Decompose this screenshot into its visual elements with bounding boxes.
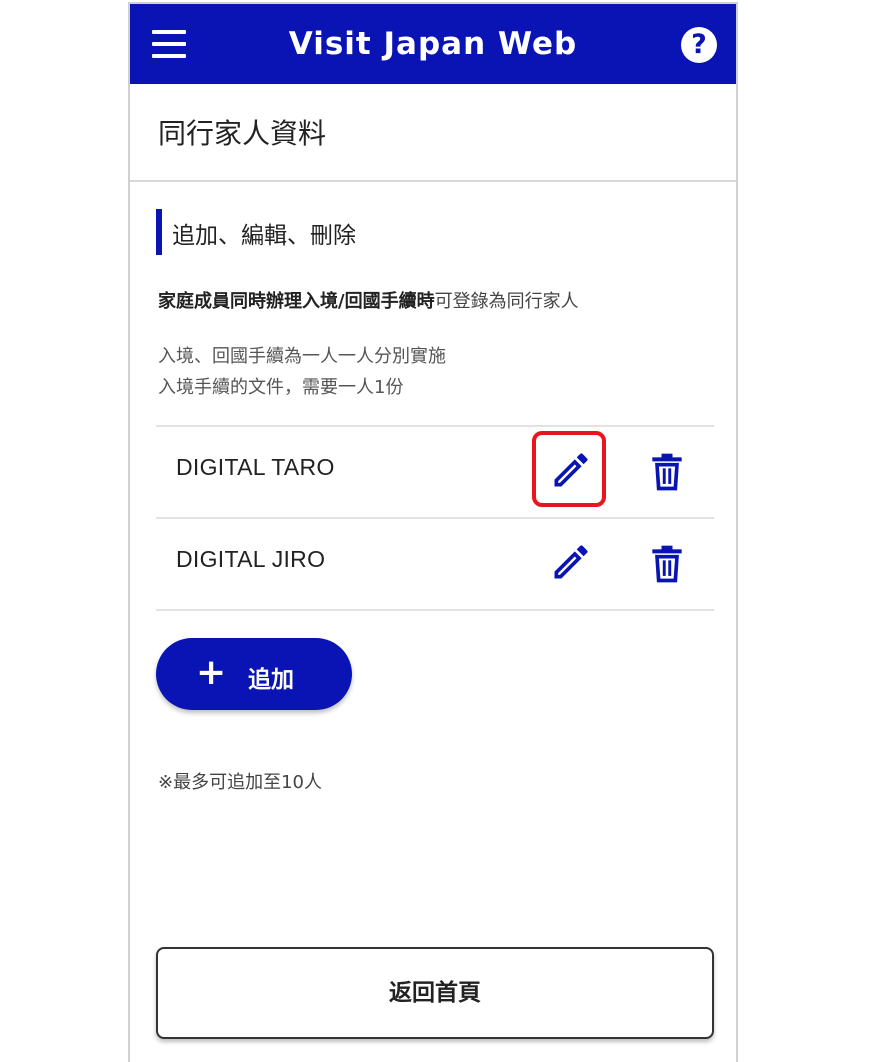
section-accent-bar [156, 209, 162, 255]
phone-frame: Visit Japan Web ? 同行家人資料 追加、編輯、刪除 家庭成員同時… [128, 2, 738, 1062]
trash-delete-icon[interactable] [645, 542, 689, 586]
edit-highlight-box [532, 431, 606, 507]
list-divider-middle [156, 517, 714, 519]
list-divider-top [156, 425, 714, 427]
pencil-edit-icon[interactable] [549, 540, 593, 584]
question-mark-icon[interactable]: ? [681, 27, 717, 63]
description-line-3: 入境手續的文件，需要一人1份 [158, 377, 404, 398]
description-line-1: 家庭成員同時辦理入境/回國手續時可登錄為同行家人 [158, 287, 579, 313]
list-divider-bottom [156, 609, 714, 611]
section-title: 追加、編輯、刪除 [172, 223, 356, 249]
app-title: Visit Japan Web [288, 26, 578, 62]
member-name: DIGITAL JIRO [176, 546, 326, 572]
app-header: Visit Japan Web ? [130, 4, 736, 84]
description-line-2: 入境、回國手續為一人一人分別實施 [158, 346, 446, 367]
page-title: 同行家人資料 [158, 117, 327, 150]
max-members-note: ※最多可追加至10人 [158, 772, 322, 793]
title-divider [130, 180, 736, 182]
add-member-button[interactable]: + 追加 [156, 638, 352, 710]
add-button-label: 追加 [248, 667, 294, 693]
plus-icon: + [196, 652, 227, 693]
member-name: DIGITAL TARO [176, 454, 335, 480]
description-normal-text: 可登錄為同行家人 [434, 291, 579, 312]
trash-delete-icon[interactable] [645, 450, 689, 494]
back-to-home-button[interactable]: 返回首頁 [156, 947, 714, 1039]
description-bold-text: 家庭成員同時辦理入境/回國手續時 [158, 291, 435, 312]
